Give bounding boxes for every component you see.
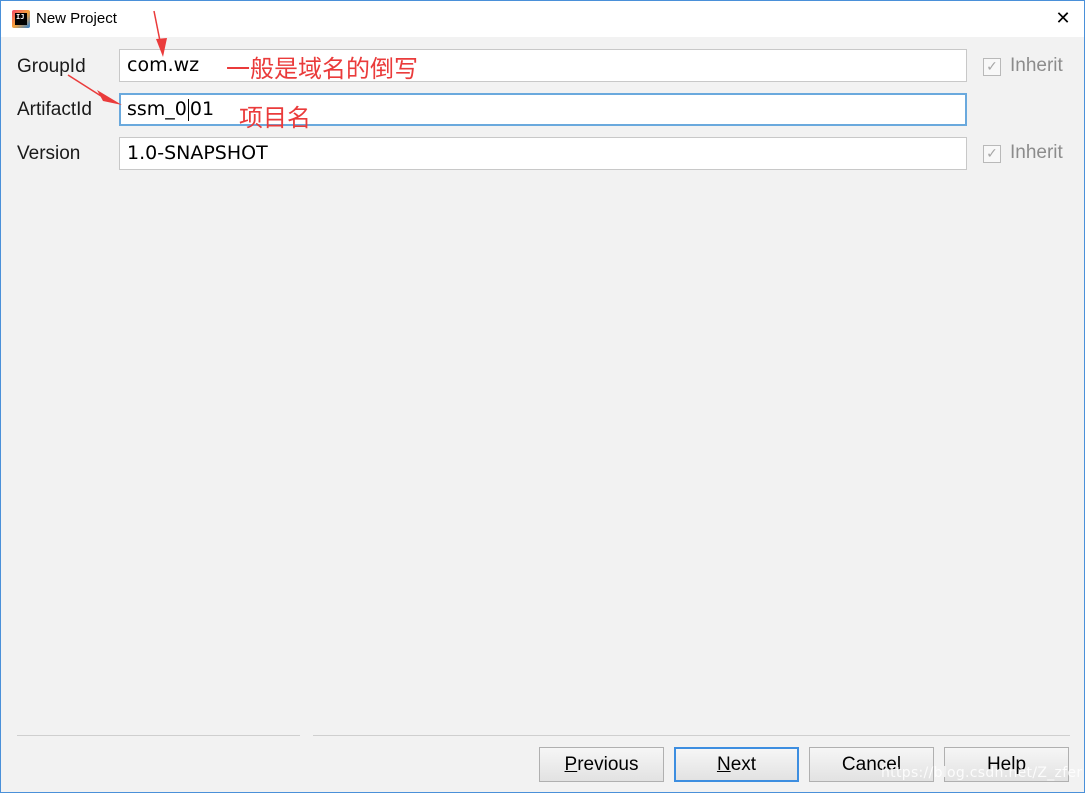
watermark-text: https://blog.csdn.net/Z_zfer [881, 765, 1083, 781]
new-project-dialog: IJ New Project ✕ GroupId com.wz ✓ Inheri… [0, 0, 1085, 793]
next-button[interactable]: Next [674, 747, 799, 782]
previous-button[interactable]: Previous [539, 747, 664, 782]
annotation-arrows [67, 10, 167, 105]
bottom-separator-right [313, 735, 1070, 736]
arrow-to-groupid-icon [153, 10, 167, 57]
bottom-separator-left [17, 735, 300, 736]
arrow-to-artifactid-icon [67, 74, 122, 105]
